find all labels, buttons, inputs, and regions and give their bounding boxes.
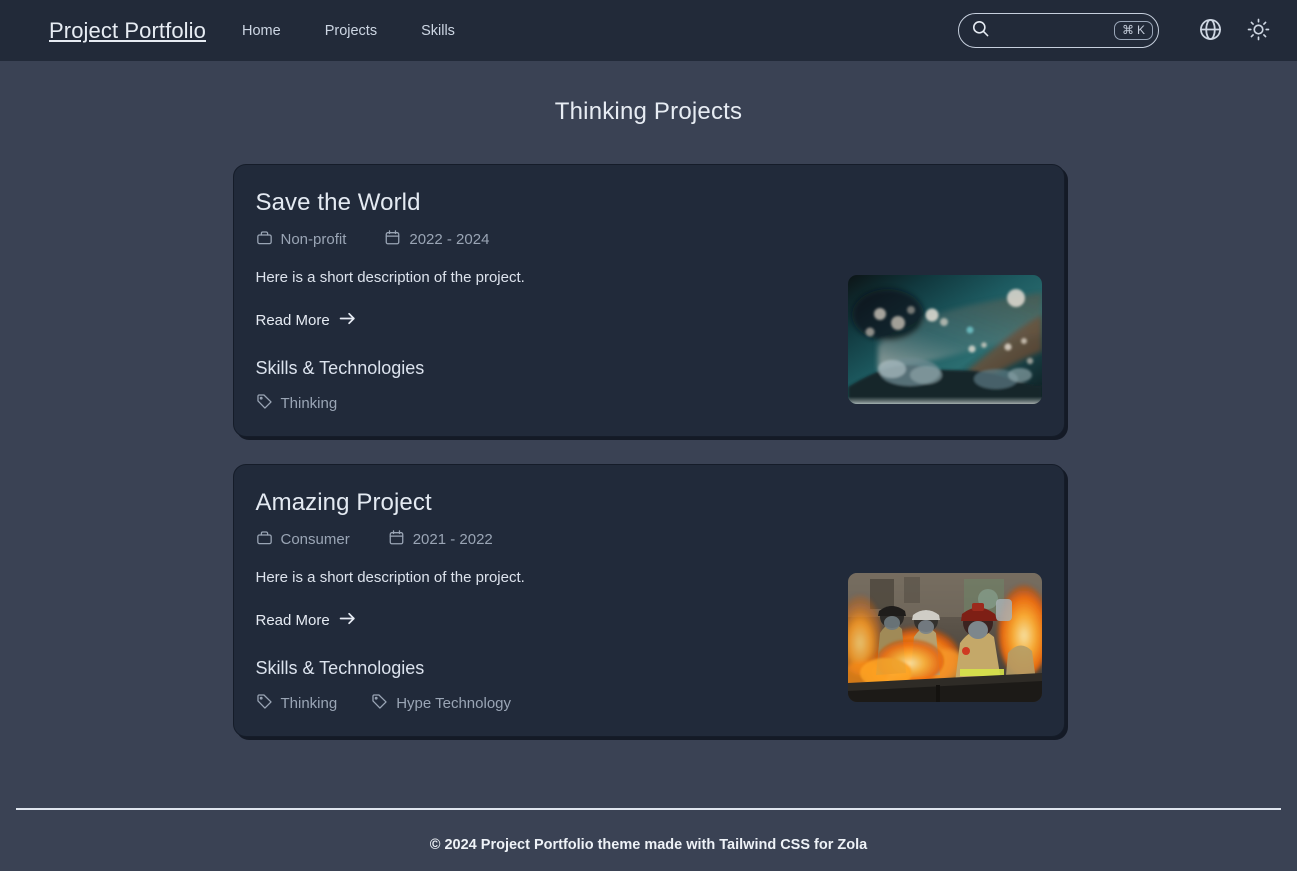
- tag-label: Hype Technology: [396, 695, 512, 712]
- project-category: Non-profit: [256, 229, 347, 250]
- project-dates: 2022 - 2024: [384, 229, 489, 250]
- nav-item-projects[interactable]: Projects: [325, 23, 377, 39]
- theme-toggle-button[interactable]: [1243, 16, 1273, 46]
- project-description: Here is a short description of the proje…: [255, 269, 525, 286]
- project-title: Amazing Project: [255, 489, 432, 516]
- tag-icon: [256, 393, 273, 414]
- tag-chip[interactable]: Thinking: [256, 393, 338, 414]
- project-dates-label: 2021 - 2022: [412, 531, 493, 548]
- calendar-icon: [388, 529, 405, 550]
- search-icon: [971, 19, 990, 43]
- nav-item-home[interactable]: Home: [242, 23, 281, 39]
- skills-heading: Skills & Technologies: [255, 658, 425, 678]
- tag-label: Thinking: [280, 695, 338, 712]
- footer-text: © 2024 Project Portfolio theme made with…: [429, 837, 868, 853]
- read-more-link[interactable]: Read More: [256, 609, 357, 632]
- arrow-right-icon: [338, 609, 357, 632]
- command-symbol: ⌘: [1121, 23, 1134, 37]
- project-dates-label: 2022 - 2024: [409, 231, 490, 248]
- shortcut-key: K: [1136, 23, 1145, 37]
- globe-icon: [1198, 17, 1223, 45]
- tag-chip[interactable]: Hype Technology: [371, 693, 511, 714]
- search-box[interactable]: ⌘ K: [958, 13, 1159, 48]
- briefcase-icon: [256, 529, 273, 550]
- briefcase-icon: [256, 229, 273, 250]
- project-tags: Thinking: [256, 393, 828, 414]
- brand-logo[interactable]: Project Portfolio: [49, 18, 206, 44]
- main-content: Thinking Projects Save the World Non-pro…: [0, 61, 1297, 737]
- tag-label: Thinking: [280, 395, 338, 412]
- project-thumbnail: [847, 573, 1042, 702]
- project-card[interactable]: Save the World Non-profit 2022 - 2024 He…: [232, 164, 1065, 437]
- arrow-right-icon: [338, 309, 357, 332]
- language-button[interactable]: [1195, 16, 1225, 46]
- page-title: Thinking Projects: [554, 98, 743, 125]
- tag-chip[interactable]: Thinking: [256, 693, 338, 714]
- nav-item-skills[interactable]: Skills: [421, 23, 455, 39]
- tag-icon: [371, 693, 388, 714]
- project-meta: Non-profit 2022 - 2024: [256, 229, 828, 250]
- skills-heading: Skills & Technologies: [255, 358, 425, 378]
- project-thumbnail: [847, 275, 1042, 404]
- project-title: Save the World: [255, 189, 421, 216]
- project-category-label: Consumer: [280, 531, 350, 548]
- project-category-label: Non-profit: [280, 231, 347, 248]
- project-meta: Consumer 2021 - 2022: [256, 529, 828, 550]
- project-list: Save the World Non-profit 2022 - 2024 He…: [232, 164, 1065, 737]
- read-more-link[interactable]: Read More: [256, 309, 357, 332]
- top-navbar: Project Portfolio Home Projects Skills ⌘…: [0, 0, 1297, 61]
- navbar-actions: ⌘ K: [958, 13, 1273, 48]
- read-more-label: Read More: [255, 612, 330, 629]
- project-card[interactable]: Amazing Project Consumer 2021 - 2022 Her…: [232, 464, 1065, 737]
- project-description: Here is a short description of the proje…: [255, 569, 525, 586]
- primary-nav: Home Projects Skills: [242, 23, 455, 39]
- project-dates: 2021 - 2022: [388, 529, 493, 550]
- project-category: Consumer: [256, 529, 350, 550]
- read-more-label: Read More: [255, 312, 330, 329]
- search-shortcut-badge: ⌘ K: [1113, 21, 1153, 40]
- calendar-icon: [384, 229, 401, 250]
- tag-icon: [256, 693, 273, 714]
- search-input[interactable]: [996, 23, 1114, 38]
- sun-icon: [1246, 17, 1271, 45]
- page-footer: © 2024 Project Portfolio theme made with…: [0, 808, 1297, 871]
- project-tags: Thinking Hype Technology: [256, 693, 828, 714]
